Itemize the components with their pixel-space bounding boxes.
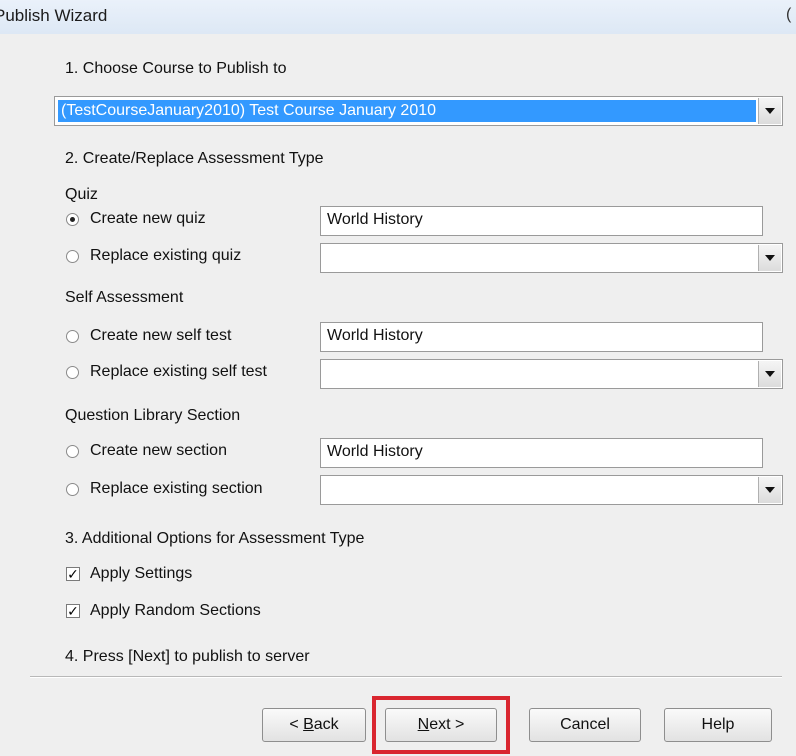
replace-quiz-select[interactable] [320, 243, 783, 273]
create-section-radio[interactable] [66, 445, 79, 458]
replace-quiz-dropdown-button[interactable] [758, 245, 781, 271]
radio-selected-dot-icon [70, 217, 75, 222]
separator-line [30, 676, 782, 678]
checkmark-icon: ✓ [67, 603, 79, 619]
replace-self-test-dropdown-button[interactable] [758, 361, 781, 387]
back-prefix: < [289, 716, 304, 733]
course-dropdown-button[interactable] [758, 98, 781, 124]
replace-self-test-label[interactable]: Replace existing self test [90, 363, 267, 381]
back-rest: ack [313, 716, 339, 733]
create-self-test-label[interactable]: Create new self test [90, 327, 231, 345]
create-quiz-label[interactable]: Create new quiz [90, 210, 206, 228]
apply-settings-label[interactable]: Apply Settings [90, 565, 192, 583]
course-selected-value: (TestCourseJanuary2010) Test Course Janu… [58, 100, 756, 122]
back-mnemonic: B [303, 716, 314, 733]
replace-section-radio[interactable] [66, 483, 79, 496]
title-bar: Publish Wizard ( [0, 0, 796, 34]
course-select[interactable]: (TestCourseJanuary2010) Test Course Janu… [54, 96, 783, 126]
create-quiz-radio[interactable] [66, 213, 79, 226]
checkmark-icon: ✓ [67, 566, 79, 582]
step1-label: 1. Choose Course to Publish to [65, 60, 287, 77]
replace-quiz-radio[interactable] [66, 250, 79, 263]
quiz-name-input[interactable]: World History [320, 206, 763, 236]
chevron-down-icon [765, 487, 775, 493]
quiz-header: Quiz [65, 186, 98, 203]
replace-self-test-select[interactable] [320, 359, 783, 389]
chevron-down-icon [765, 108, 775, 114]
next-button-highlight [372, 696, 510, 754]
chevron-down-icon [765, 371, 775, 377]
apply-random-sections-checkbox[interactable]: ✓ [66, 604, 80, 618]
step4-label: 4. Press [Next] to publish to server [65, 648, 310, 665]
cancel-button[interactable]: Cancel [529, 708, 641, 742]
question-library-header: Question Library Section [65, 407, 241, 424]
replace-quiz-label[interactable]: Replace existing quiz [90, 247, 241, 265]
replace-section-dropdown-button[interactable] [758, 477, 781, 503]
replace-section-select[interactable] [320, 475, 783, 505]
chevron-down-icon [765, 255, 775, 261]
apply-settings-checkbox[interactable]: ✓ [66, 567, 80, 581]
create-section-label[interactable]: Create new section [90, 442, 227, 460]
back-button[interactable]: < Back [262, 708, 366, 742]
replace-section-label[interactable]: Replace existing section [90, 480, 263, 498]
help-button[interactable]: Help [664, 708, 772, 742]
title-bar-edge-glyph: ( [786, 6, 792, 23]
section-name-input[interactable]: World History [320, 438, 763, 468]
self-test-name-input[interactable]: World History [320, 322, 763, 352]
step2-label: 2. Create/Replace Assessment Type [65, 150, 324, 167]
create-self-test-radio[interactable] [66, 330, 79, 343]
window-title: Publish Wizard [0, 6, 108, 25]
apply-random-sections-label[interactable]: Apply Random Sections [90, 602, 261, 620]
step3-label: 3. Additional Options for Assessment Typ… [65, 530, 365, 547]
self-assessment-header: Self Assessment [65, 289, 184, 306]
replace-self-test-radio[interactable] [66, 366, 79, 379]
